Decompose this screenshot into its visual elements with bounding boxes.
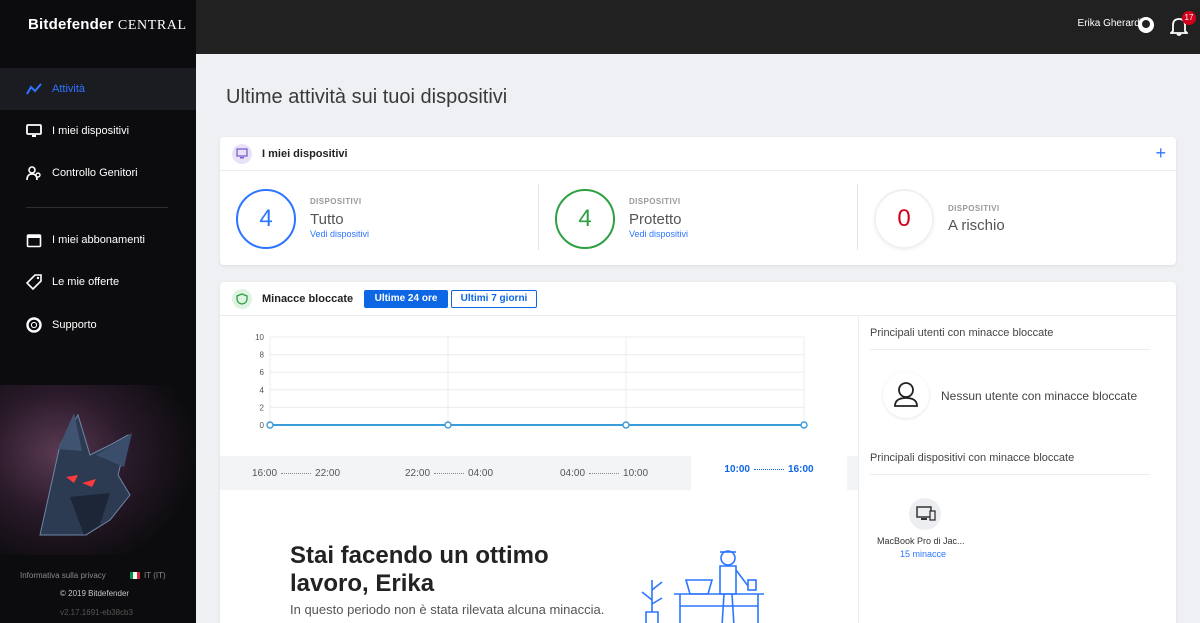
wolf-artwork: [0, 385, 196, 555]
timeline-slot-selected[interactable]: 10:00 16:00: [691, 448, 847, 490]
device-name: MacBook Pro di Jac...: [877, 536, 965, 546]
sidebar: Bitdefender CENTRAL Attività I miei disp…: [0, 0, 196, 623]
timeline-to: 16:00: [788, 463, 814, 475]
devices-card-header: I miei dispositivi +: [220, 137, 1176, 171]
top-threats-panel: Principali utenti con minacce bloccate N…: [858, 316, 1176, 623]
lifebuoy-icon: [26, 317, 42, 333]
timeline-from: 22:00: [405, 467, 431, 479]
page-title: Ultime attività sui tuoi dispositivi: [226, 86, 508, 108]
view-devices-link[interactable]: Vedi dispositivi: [629, 229, 688, 239]
developer-illustration: [641, 550, 764, 623]
y-tick-label: 6: [260, 368, 265, 377]
timeline-to: 10:00: [623, 467, 649, 479]
top-devices-title: Principali dispositivi con minacce blocc…: [870, 452, 1075, 464]
timeline-from: 04:00: [560, 467, 586, 479]
y-tick-label: 10: [255, 333, 264, 342]
stat-ring: 0: [874, 189, 934, 249]
stat-name: A rischio: [948, 217, 1005, 234]
no-users-message: Nessun utente con minacce bloccate: [941, 389, 1138, 403]
language-label: IT (IT): [144, 571, 166, 580]
stat-name: Tutto: [310, 211, 344, 228]
tag-icon: [26, 274, 42, 290]
threats-card-title: Minacce bloccate: [262, 292, 354, 305]
top-users-title: Principali utenti con minacce bloccate: [870, 327, 1054, 339]
user-avatar-icon[interactable]: [1138, 17, 1154, 33]
sidebar-item-devices[interactable]: I miei dispositivi: [0, 110, 196, 152]
topbar: Erika Gherardi 17: [196, 0, 1200, 54]
activity-icon: [26, 81, 42, 97]
tab-last-7-days[interactable]: Ultimi 7 giorni: [451, 290, 537, 308]
data-point: [622, 421, 630, 429]
parental-icon: [26, 165, 42, 181]
divider: [870, 349, 1150, 350]
stat-all: 4 DISPOSITIVI Tutto Vedi dispositivi: [220, 171, 538, 265]
sidebar-item-activity[interactable]: Attività: [0, 68, 196, 110]
privacy-link[interactable]: Informativa sulla privacy: [20, 571, 106, 580]
sidebar-item-parental[interactable]: Controllo Genitori: [0, 152, 196, 194]
data-point: [800, 421, 808, 429]
sidebar-item-label: I miei dispositivi: [52, 125, 130, 137]
timeline-slot[interactable]: 16:00 22:00: [252, 456, 340, 490]
sidebar-item-subscriptions[interactable]: I miei abbonamenti: [0, 219, 196, 261]
hero-subtitle: In questo periodo non è stata rilevata a…: [290, 602, 605, 617]
view-devices-link[interactable]: Vedi dispositivi: [310, 229, 369, 239]
threats-card-header: Minacce bloccate Ultime 24 ore Ultimi 7 …: [220, 282, 1176, 316]
threats-chart: 0 2 4 6 8 10: [255, 333, 808, 430]
hero-panel: Stai facendo un ottimo lavoro, Erika In …: [220, 490, 858, 623]
device-threats-link[interactable]: 15 minacce: [900, 549, 946, 559]
version: v2.17.1691-eb38cb3: [60, 608, 133, 617]
sidebar-item-label: Attività: [52, 83, 86, 95]
y-tick-label: 2: [260, 403, 265, 412]
stat-label: DISPOSITIVI: [310, 197, 362, 206]
shield-icon: [232, 288, 252, 309]
sidebar-item-label: Le mie offerte: [52, 276, 120, 288]
y-tick-label: 4: [260, 386, 265, 395]
sidebar-divider: [26, 207, 168, 208]
stat-at-risk: 0 DISPOSITIVI A rischio: [858, 171, 1176, 265]
stat-name: Protetto: [629, 211, 682, 228]
add-device-button[interactable]: +: [1155, 143, 1166, 164]
sidebar-footer: Informativa sulla privacy IT (IT) © 2019…: [0, 563, 196, 623]
hero-title: Stai facendo un ottimo lavoro, Erika: [290, 542, 549, 597]
timeline-to: 04:00: [468, 467, 494, 479]
y-tick-label: 8: [260, 351, 265, 360]
user-icon: [883, 372, 929, 418]
copyright: © 2019 Bitdefender: [60, 589, 130, 598]
timeline-slot[interactable]: 04:00 10:00: [560, 456, 648, 490]
sidebar-item-offers[interactable]: Le mie offerte: [0, 261, 196, 303]
computer-icon[interactable]: [909, 498, 941, 530]
sidebar-item-label: I miei abbonamenti: [52, 234, 145, 246]
timeline-from: 16:00: [252, 467, 278, 479]
data-point: [266, 421, 274, 429]
y-tick-label: 0: [260, 421, 265, 430]
threats-card: Minacce bloccate Ultime 24 ore Ultimi 7 …: [220, 282, 1176, 623]
timeline: 16:00 22:00 22:00 04:00 04:00 10:00 10:00 16…: [220, 448, 858, 490]
timeline-to: 22:00: [315, 467, 341, 479]
sidebar-item-label: Controllo Genitori: [52, 167, 138, 179]
calendar-icon: [26, 232, 42, 248]
divider: [870, 474, 1150, 475]
devices-card: I miei dispositivi + 4 DISPOSITIVI Tutto…: [220, 137, 1176, 265]
brand-logo[interactable]: Bitdefender CENTRAL: [28, 16, 187, 34]
data-point: [444, 421, 452, 429]
stat-ring: 4: [236, 189, 296, 249]
language-selector[interactable]: IT (IT): [130, 571, 166, 580]
user-name[interactable]: Erika Gherardi: [1078, 18, 1142, 29]
italy-flag-icon: [130, 572, 140, 579]
timeline-slot[interactable]: 22:00 04:00: [405, 456, 493, 490]
stat-label: DISPOSITIVI: [948, 204, 1000, 213]
sidebar-item-label: Supporto: [52, 319, 97, 331]
tab-last-24-hours[interactable]: Ultime 24 ore: [364, 290, 448, 308]
timeline-from: 10:00: [724, 463, 750, 475]
monitor-icon: [26, 123, 42, 139]
stat-protected: 4 DISPOSITIVI Protetto Vedi dispositivi: [539, 171, 857, 265]
stat-label: DISPOSITIVI: [629, 197, 681, 206]
sidebar-item-support[interactable]: Supporto: [0, 304, 196, 346]
stat-ring: 4: [555, 189, 615, 249]
notification-badge: 17: [1182, 11, 1196, 25]
devices-card-icon: [232, 143, 252, 164]
devices-card-title: I miei dispositivi: [262, 147, 348, 160]
